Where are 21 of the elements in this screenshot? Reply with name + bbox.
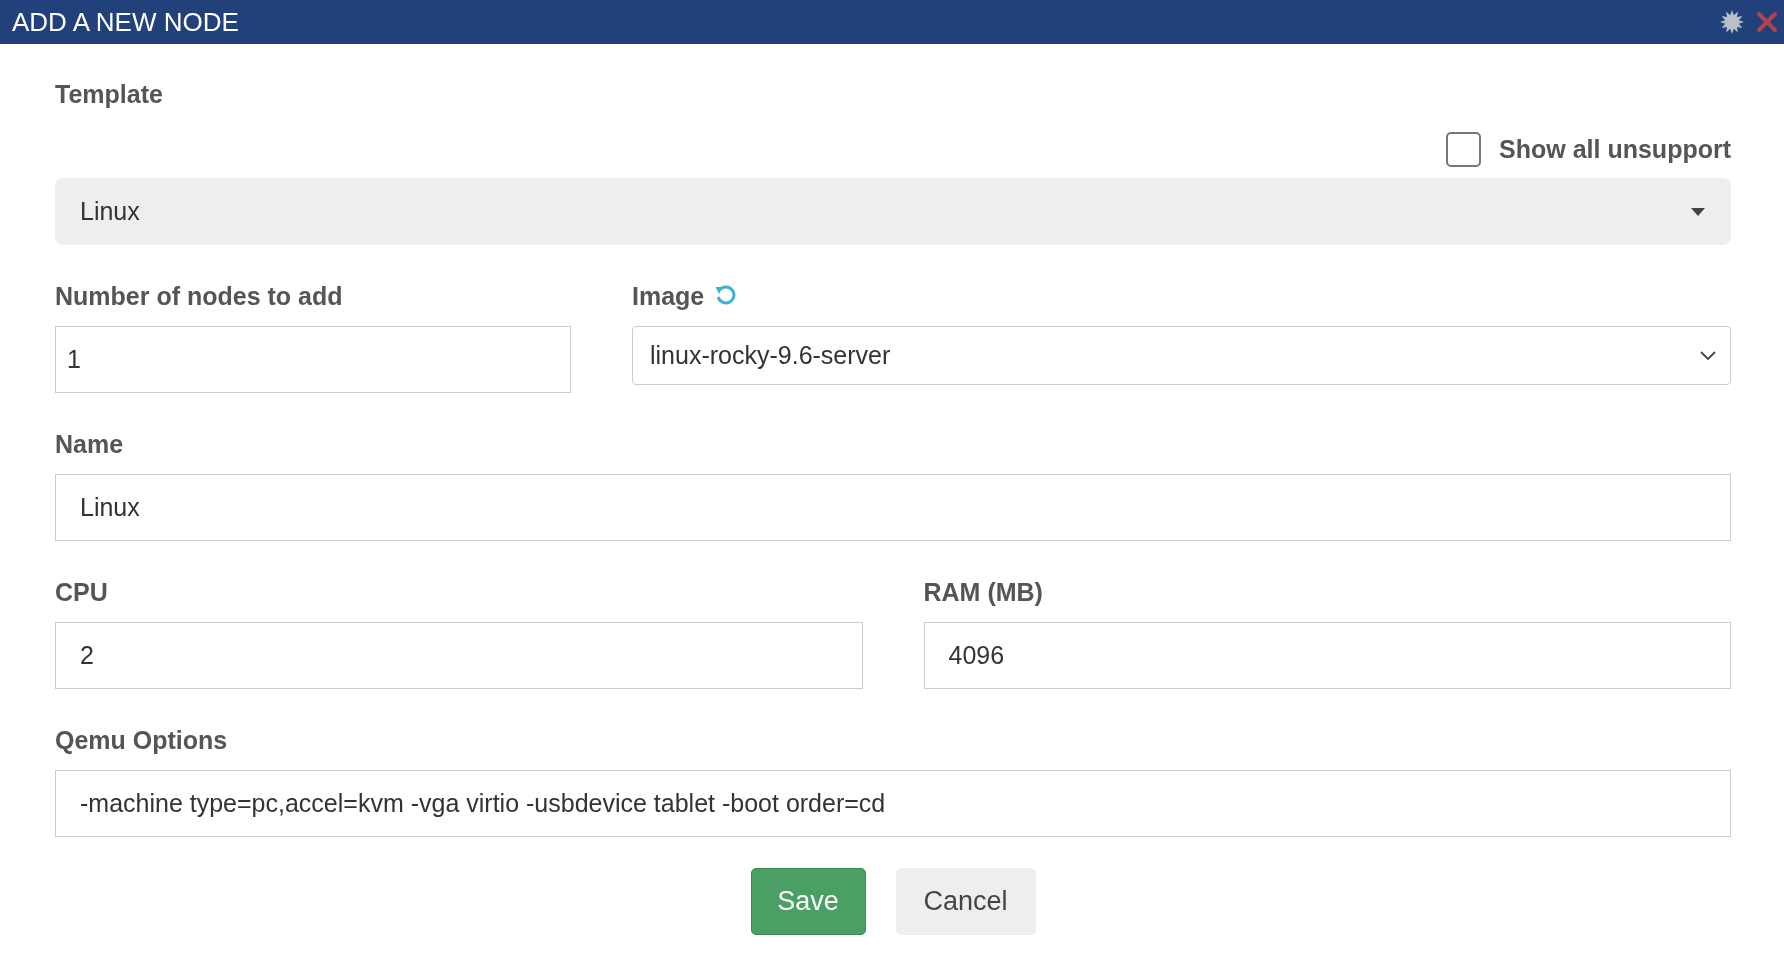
checkbox-label[interactable]: Show all unsupport	[1499, 134, 1731, 164]
cancel-button[interactable]: Cancel	[895, 868, 1036, 935]
field-label: Image	[632, 281, 705, 311]
window-title: ADD A NEW NODE	[12, 6, 240, 38]
field-label: Qemu Options	[55, 725, 228, 755]
chevron-icon	[1700, 350, 1716, 361]
field-label: Number of nodes to add	[55, 281, 343, 311]
qemu-options-field[interactable]: -machine type=pc,accel=kvm -vga virtio -usbdevice tablet -boot order=cd	[55, 770, 1731, 837]
field-label: RAM (MB)	[923, 577, 1043, 607]
caret-icon	[1691, 207, 1705, 216]
image-select[interactable]: linux-rocky-9.6-server	[632, 326, 1731, 385]
ram-field[interactable]: 4096	[923, 622, 1731, 689]
cpu-field[interactable]: 2	[55, 622, 863, 689]
field-label: CPU	[55, 577, 108, 607]
field-label: Template	[55, 79, 163, 109]
template-select[interactable]: Linux	[55, 178, 1731, 245]
number-field[interactable]: 1	[55, 326, 571, 393]
settings-icon[interactable]	[1720, 10, 1744, 34]
checkbox[interactable]	[1446, 131, 1482, 167]
field-label: Name	[55, 429, 124, 459]
name-field[interactable]: Linux	[55, 474, 1731, 541]
